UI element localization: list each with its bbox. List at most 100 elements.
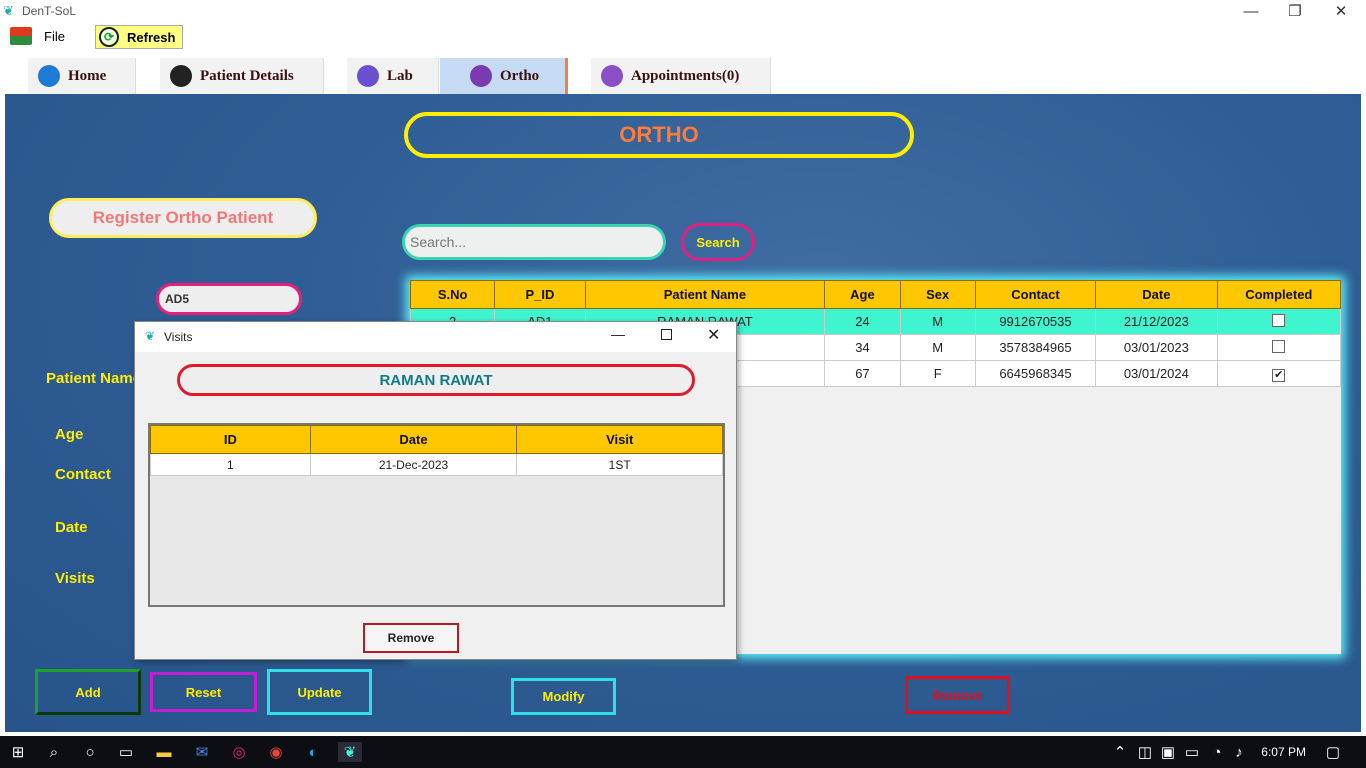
tab-patient-details[interactable]: Patient Details [160,58,324,94]
col-header-completed[interactable]: Completed [1216,280,1342,309]
cell-visit: 1ST [516,453,723,476]
refresh-icon: ⟳ [99,27,119,47]
search-input[interactable] [402,224,666,260]
cell-id: 1 [150,453,311,476]
cell-completed [1216,334,1342,361]
refresh-button[interactable]: ⟳ Refresh [95,25,183,49]
modify-button[interactable]: Modify [511,678,616,715]
update-button[interactable]: Update [267,669,372,715]
calendar-icon [601,65,623,87]
taskbar: ⊞ ⌕ ○ ▭ ▬ ✉ ◎ ◉ ◐ ❦ ⌃ ◫ ▣ ▭ ◔ ♪ 6:07 PM … [0,736,1366,768]
visits-dialog: ❦ Visits — ✕ RAMAN RAWAT ID Date Visit 1… [134,321,737,660]
file-menu[interactable]: File [10,26,65,46]
file-explorer-icon[interactable]: ▬ [154,742,174,762]
app-logo-icon: ❦ [145,329,156,343]
cortana-icon[interactable]: ○ [80,742,100,762]
col-header-date[interactable]: Date [309,425,518,454]
file-menu-label: File [44,28,65,44]
chrome-icon[interactable]: ◉ [266,742,286,762]
completed-checkbox[interactable] [1272,313,1286,327]
window-title: DenT-SoL [22,4,77,18]
dialog-title: Visits [164,330,193,344]
tab-appointments[interactable]: Appointments(0) [591,58,771,94]
cell-sex: M [899,308,976,335]
home-icon [38,65,60,87]
visits-table: ID Date Visit 1 21-Dec-2023 1ST [150,425,723,476]
tab-ortho[interactable]: Ortho [440,58,568,94]
cell-sex: F [899,360,976,387]
windows-start-icon[interactable]: ⊞ [8,742,28,762]
col-header-name[interactable]: Patient Name [584,280,826,309]
cell-age: 67 [824,360,901,387]
tab-lab[interactable]: Lab [347,58,439,94]
col-header-sno[interactable]: S.No [409,280,496,309]
window-title-bar: ❦ DenT-SoL — ❐ ✕ [0,0,1366,22]
tray-app-icon[interactable]: ◫ [1135,742,1155,762]
tab-lab-label: Lab [387,67,413,84]
tab-home[interactable]: Home [28,58,136,94]
search-button[interactable]: Search [681,223,755,261]
col-header-id[interactable]: ID [150,425,311,454]
col-header-date[interactable]: Date [1095,280,1218,309]
task-view-icon[interactable]: ▭ [116,742,136,762]
cell-contact: 3578384965 [974,334,1097,361]
search-icon[interactable]: ⌕ [44,742,64,762]
volume-icon[interactable]: ♪ [1229,742,1249,762]
flask-icon [357,65,379,87]
edge-icon[interactable]: ◐ [303,742,323,762]
clock[interactable]: 6:07 PM [1261,745,1306,759]
file-icon [10,27,32,45]
col-header-contact[interactable]: Contact [974,280,1097,309]
date-label: Date [55,519,88,536]
cell-contact: 9912670535 [974,308,1097,335]
tab-bar: Home Patient Details Lab Ortho Appointme… [0,52,1366,94]
cell-contact: 6645968345 [974,360,1097,387]
tray-chevron-icon[interactable]: ⌃ [1110,742,1130,762]
dialog-minimize-button[interactable]: — [611,326,625,342]
tab-ortho-label: Ortho [500,67,540,84]
col-header-pid[interactable]: P_ID [494,280,586,309]
remove-button[interactable]: Remove [905,676,1010,714]
cell-date: 03/01/2024 [1095,360,1218,387]
patient-name-label: Patient Name [46,370,142,387]
minimize-button[interactable]: — [1228,0,1274,22]
menu-bar: File [0,22,1366,50]
completed-checkbox[interactable] [1272,339,1286,353]
mail-icon[interactable]: ✉ [192,742,212,762]
dialog-patient-name: RAMAN RAWAT [177,364,695,396]
visits-table-container: ID Date Visit 1 21-Dec-2023 1ST [148,423,725,607]
notification-icon[interactable]: ▢ [1323,742,1343,762]
tab-appointments-label: Appointments(0) [631,67,740,84]
app-logo-icon: ❦ [3,3,14,18]
restore-button[interactable]: ❐ [1272,0,1318,22]
tab-patient-details-label: Patient Details [200,67,294,84]
dialog-close-button[interactable]: ✕ [707,325,720,345]
wifi-icon[interactable]: ◔ [1207,742,1227,762]
cell-date: 21-Dec-2023 [309,453,518,476]
register-ortho-patient-label: Register Ortho Patient [49,198,317,238]
cell-date: 21/12/2023 [1095,308,1218,335]
close-button[interactable]: ✕ [1318,0,1364,22]
cell-completed [1216,308,1342,335]
col-header-visit[interactable]: Visit [516,425,723,454]
table-row[interactable]: 1 21-Dec-2023 1ST [150,453,723,476]
completed-checkbox[interactable]: ✔ [1272,368,1286,382]
visits-label: Visits [55,570,95,587]
dialog-maximize-button[interactable] [661,329,672,340]
col-header-age[interactable]: Age [824,280,901,309]
instagram-icon[interactable]: ◎ [229,742,249,762]
col-header-sex[interactable]: Sex [899,280,976,309]
cell-date: 03/01/2023 [1095,334,1218,361]
battery-icon[interactable]: ▭ [1182,742,1202,762]
add-button[interactable]: Add [35,669,141,715]
reset-button[interactable]: Reset [150,672,257,712]
cell-sex: M [899,334,976,361]
dialog-remove-button[interactable]: Remove [363,623,459,653]
tray-network-icon[interactable]: ▣ [1158,742,1178,762]
contact-label: Contact [55,466,111,483]
page-title: ORTHO [404,112,914,158]
user-icon [170,65,192,87]
patient-id-field[interactable]: AD5 [156,283,302,315]
refresh-label: Refresh [127,29,176,45]
dent-sol-app-icon[interactable]: ❦ [338,742,362,762]
